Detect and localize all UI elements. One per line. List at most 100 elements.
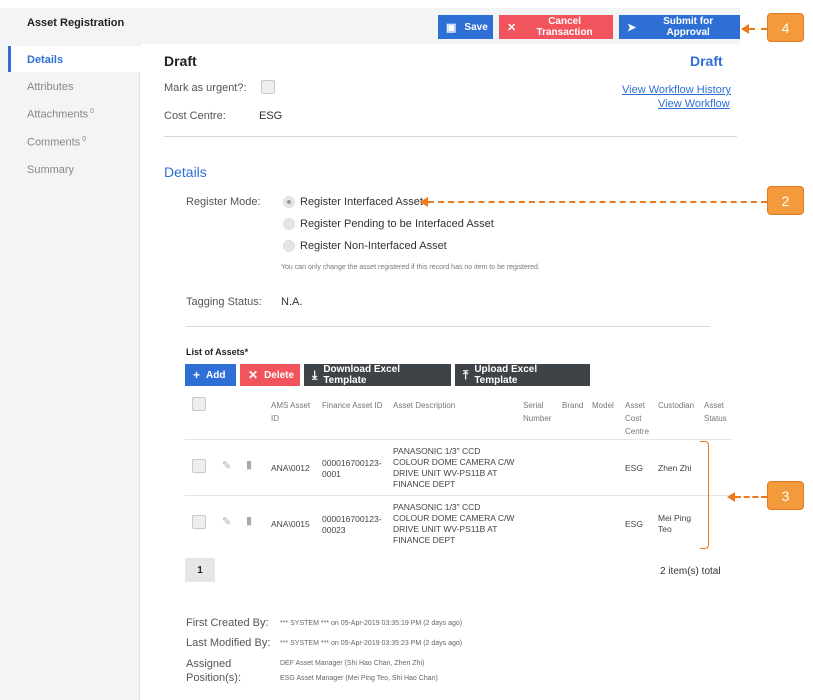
sidebar-item-label: Summary [27,164,75,176]
callout-arrow-icon [727,492,735,502]
row-select-checkbox[interactable] [192,459,206,473]
select-all-checkbox[interactable] [192,397,206,411]
status-label: Draft [690,53,723,69]
ams-asset-id: ANA\0015 [271,519,310,529]
column-header-serial-number: Serial Number [523,401,552,423]
column-header-asset-cost-centre: Asset Cost Centre [625,401,650,436]
custodian: Mei Ping Teo [658,513,692,534]
save-label: Save [464,21,488,33]
divider [186,326,710,327]
assigned-position-1: DEF Asset Manager (Shi Hao Chan, Zhen Zh… [280,660,425,667]
close-icon: ✕ [507,21,517,34]
column-header-asset-description: Asset Description [393,401,456,410]
upload-excel-template-button[interactable]: ⤒ Upload Excel Template [455,364,590,386]
column-header-model: Model [592,401,614,410]
column-header-finance-asset-id: Finance Asset ID [322,401,383,410]
last-modified-value: *** SYSTEM *** on 05-Apr-2019 03:35:23 P… [280,640,463,647]
download-excel-template-button[interactable]: ⤓ Download Excel Template [304,364,451,386]
delete-label: Delete [264,369,295,381]
custodian: Zhen Zhi [658,463,692,473]
sidebar-item-attachments[interactable]: Attachments 0 [27,108,94,121]
ams-asset-id: ANA\0012 [271,463,310,473]
page-title: Draft [164,53,197,69]
sidebar-active-indicator [8,46,11,72]
register-non-interfaced-label: Register Non-Interfaced Asset [300,240,447,252]
items-total: 2 item(s) total [660,566,721,577]
submit-label: Submit for Approval [663,16,714,38]
asset-cost-centre: ESG [625,463,643,473]
row-divider [185,495,732,496]
edit-pencil-icon[interactable]: ✎ [222,515,231,528]
assigned-positions-label: Assigned Position(s): [186,658,242,684]
row-select-checkbox[interactable] [192,515,206,529]
register-mode-label: Register Mode: [186,196,261,208]
last-modified-label: Last Modified By: [186,637,271,649]
sidebar-item-attributes[interactable]: Attributes [27,81,73,93]
app-title: Asset Registration [27,17,125,29]
cost-centre-label: Cost Centre: [164,110,226,122]
tagging-status-label: Tagging Status: [186,296,262,308]
sidebar-item-label: Comments [27,136,81,149]
mark-urgent-checkbox[interactable] [261,80,275,94]
download-label: Download Excel Template [323,364,400,386]
plus-icon: + [193,368,201,382]
first-created-value: *** SYSTEM *** on 05-Apr-2019 03:35:19 P… [280,620,463,627]
close-icon: ✕ [248,368,259,382]
callout-dashed-line [428,201,767,203]
tagging-status-value: N.A. [281,296,303,308]
page-1-button[interactable]: 1 [185,558,215,582]
asset-cost-centre: ESG [625,519,643,529]
send-icon: ➤ [627,21,637,34]
callout-arrow-icon [741,24,749,34]
register-non-interfaced-radio[interactable] [283,240,295,252]
callout-dashed-line [749,28,767,30]
register-pending-radio[interactable] [283,218,295,230]
first-created-label: First Created By: [186,617,269,629]
cost-centre-value: ESG [259,110,283,122]
callout-badge-2: 2 [767,186,804,215]
submit-for-approval-button[interactable]: ➤ Submit for Approval [619,15,740,39]
register-interfaced-radio[interactable] [283,196,295,208]
column-header-ams-asset-id: AMS Asset ID [271,401,311,423]
callout-dashed-line [735,496,767,498]
trash-icon[interactable]: ▮ [246,458,252,471]
cancel-transaction-button[interactable]: ✕ Cancel Transaction [499,15,613,39]
sidebar-item-label: Attachments [27,108,89,121]
register-interfaced-label: Register Interfaced Asset [300,196,423,208]
asset-description: PANASONIC 1/3" CCD COLOUR DOME CAMERA C/… [393,446,515,489]
divider [164,136,737,137]
callout-badge-4: 4 [767,13,804,42]
assigned-position-2: ESG Asset Manager (Mei Ping Teo, Shi Hao… [280,675,438,682]
add-label: Add [206,369,226,381]
column-header-custodian: Custodian [658,401,695,410]
callout-bracket [700,441,709,549]
callout-arrow-icon [420,197,428,207]
view-workflow-link[interactable]: View Workflow [658,98,730,110]
sidebar-item-details[interactable]: Details [27,54,63,66]
edit-pencil-icon[interactable]: ✎ [222,459,231,472]
sidebar-item-summary[interactable]: Summary [27,164,74,176]
asset-description: PANASONIC 1/3" CCD COLOUR DOME CAMERA C/… [393,502,515,545]
floppy-disk-icon: ▣ [446,21,457,34]
register-note: You can only change the asset registered… [281,264,540,271]
save-button[interactable]: ▣ Save [438,15,493,39]
register-pending-label: Register Pending to be Interfaced Asset [300,218,494,230]
trash-icon[interactable]: ▮ [246,514,252,527]
upload-icon: ⤒ [463,367,469,382]
column-header-asset-status: Asset Status [704,401,727,423]
cancel-label: Cancel Transaction [536,16,593,38]
sidebar-item-label: Attributes [27,81,74,93]
mark-urgent-label: Mark as urgent?: [164,82,247,94]
upload-label: Upload Excel Template [474,364,538,386]
callout-badge-3: 3 [767,481,804,510]
add-asset-button[interactable]: + Add [185,364,236,386]
details-section-title: Details [164,164,207,180]
sidebar-item-label: Details [27,54,64,66]
sidebar-item-comments[interactable]: Comments 0 [27,136,86,149]
list-of-assets-title: List of Assets* [186,347,249,357]
finance-asset-id: 000016700123-00023 [322,514,382,535]
attachments-count-badge: 0 [90,108,95,115]
comments-count-badge: 0 [82,136,87,143]
delete-asset-button[interactable]: ✕ Delete [240,364,300,386]
view-workflow-history-link[interactable]: View Workflow History [622,84,731,96]
